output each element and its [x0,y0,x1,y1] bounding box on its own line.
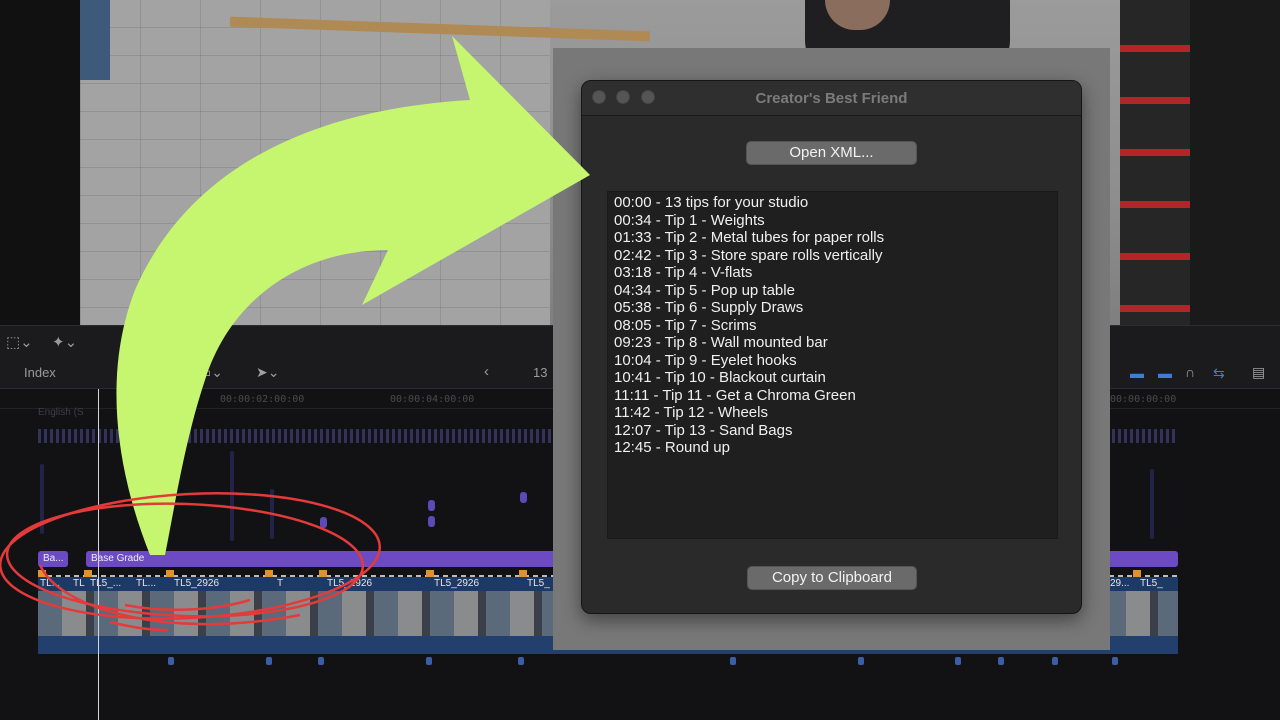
chapter-line: 04:34 - Tip 5 - Pop up table [614,281,795,299]
keyframe-dot[interactable] [520,492,527,503]
chapter-line: 02:42 - Tip 3 - Store spare rolls vertic… [614,246,883,264]
copy-to-clipboard-button[interactable]: Copy to Clipboard [747,566,917,590]
clip-name: TL5_ [1140,578,1163,589]
timecode-display: 13 [533,365,548,380]
audio-keyframe[interactable] [266,657,272,665]
caption-lane-label: English (S [38,407,84,418]
connect-clip-icon[interactable]: ▭ [137,364,150,381]
clip-name: TL... [136,578,157,589]
chapter-line: 00:00 - 13 tips for your studio [614,194,809,211]
clip-name: TL5_2926 [434,578,480,589]
audio-keyframe[interactable] [426,657,432,665]
keyframe-dot[interactable] [428,500,435,511]
chevron-left-icon[interactable]: ‹ [484,363,489,380]
chapter-line: 12:45 - Round up [614,439,730,456]
chapter-line: 00:34 - Tip 1 - Weights [614,211,765,229]
chapter-list-text-area[interactable]: 00:00 - 13 tips for your studio 00:34 - … [607,191,1058,539]
audio-keyframe[interactable] [518,657,524,665]
grade-adjustment-clip[interactable]: Ba... [38,551,68,567]
index-button[interactable]: Index [24,365,56,380]
overwrite-clip-icon[interactable]: ▭⌄ [198,364,223,381]
solo-icon[interactable]: ▬ [1158,365,1172,381]
magic-wand-icon[interactable]: ✦⌄ [52,333,77,351]
connected-clip[interactable] [230,451,234,541]
ruler-timecode: 00:00:04:00:00 [390,394,475,405]
audio-keyframe[interactable] [858,657,864,665]
ruler-timecode: 00:00:00:00 [1110,394,1177,405]
chapter-line: 11:42 - Tip 12 - Wheels [614,404,768,421]
insert-clip-icon[interactable]: ▭ [166,364,179,381]
snapping-icon[interactable]: ⇆ [1213,365,1225,382]
rack [80,0,110,80]
audio-keyframe[interactable] [1112,657,1118,665]
clip-name: TL5_... [90,578,122,589]
clip-name: 29... [1110,578,1130,589]
headphones-icon[interactable]: ∩ [1185,364,1195,380]
keyframe-dot[interactable] [428,516,435,527]
audio-keyframe[interactable] [168,657,174,665]
audio-keyframe[interactable] [955,657,961,665]
clip-name: TL5_ [527,578,550,589]
connected-clip[interactable] [270,489,274,539]
clip-name: TL5_2926 [174,578,220,589]
chapter-line: 12:07 - Tip 13 - Sand Bags [614,421,793,439]
audio-keyframe[interactable] [730,657,736,665]
chapter-line: 03:18 - Tip 4 - V-flats [614,264,753,281]
clip-name: TL5_2926 [327,578,373,589]
window-titlebar[interactable]: Creator's Best Friend [582,81,1081,116]
connected-clip[interactable] [40,464,44,534]
clip-name: TL... [40,578,61,589]
audio-keyframe[interactable] [1052,657,1058,665]
clip-name: T [277,578,284,589]
open-xml-button[interactable]: Open XML... [746,141,917,165]
audio-keyframe[interactable] [998,657,1004,665]
viewer-side [1190,0,1280,325]
playhead[interactable] [98,389,99,720]
audio-keyframe[interactable] [318,657,324,665]
ruler-timecode: 00:00:02:00:00 [220,394,305,405]
app-window: Creator's Best Friend Open XML... 00:00 … [581,80,1082,614]
chapter-line: 10:41 - Tip 10 - Blackout curtain [614,369,826,386]
filmstrip-icon[interactable]: ▤ [1252,364,1265,381]
chapter-line: 05:38 - Tip 6 - Supply Draws [614,299,804,316]
studio-wall [80,0,550,325]
chapter-line: 09:23 - Tip 8 - Wall mounted bar [614,334,828,351]
chapter-line: 01:33 - Tip 2 - Metal tubes for paper ro… [614,229,885,246]
select-tool-icon[interactable]: ➤⌄ [256,364,279,381]
chapter-line: 08:05 - Tip 7 - Scrims [614,316,757,334]
storage-shelving [1120,0,1190,325]
chapter-line: 11:11 - Tip 11 - Get a Chroma Green [614,386,856,404]
window-title: Creator's Best Friend [755,90,908,107]
connected-clip[interactable] [1150,469,1154,539]
keyframe-dot[interactable] [320,517,327,528]
clip-name: TL [73,578,85,589]
audio-skimming-icon[interactable]: ▬ [1130,365,1144,381]
chapter-line: 10:04 - Tip 9 - Eyelet hooks [614,351,797,369]
transform-icon[interactable]: ⬚⌄ [6,333,33,351]
